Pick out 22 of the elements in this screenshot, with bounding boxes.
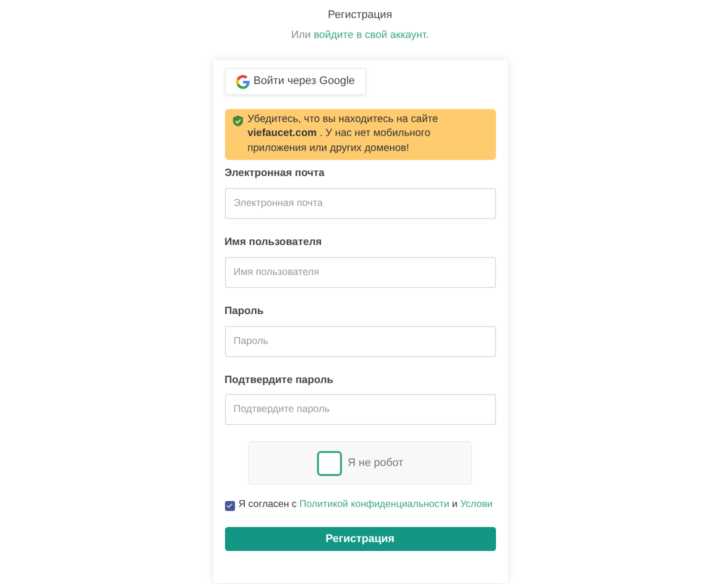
privacy-policy-link[interactable]: Политикой конфиденциальности bbox=[299, 499, 450, 510]
text-field[interactable]: Подтвердите пароль bbox=[224, 394, 496, 426]
google-signin-button[interactable]: Войти через Google bbox=[224, 68, 366, 95]
text-field[interactable]: Пароль bbox=[224, 326, 496, 357]
page-title: Регистрация bbox=[326, 8, 394, 23]
consent-text: Я согласен с Политикой конфиденциальности и Услови bbox=[238, 498, 493, 512]
text-field[interactable]: Имя пользователя bbox=[224, 256, 496, 288]
terms-link[interactable]: Услови bbox=[460, 499, 493, 510]
field-label: Электронная почта bbox=[224, 166, 326, 182]
login-prompt: Или войдите в свой аккаунт. bbox=[290, 28, 430, 42]
warning-text: Убедитесь, что вы находитесь на сайте viefaucet.com . У нас нет мобильного приложения или других доменов! bbox=[248, 112, 440, 156]
consent-checkbox[interactable] bbox=[224, 500, 234, 511]
login-link[interactable]: войдите в свой аккаунт. bbox=[314, 28, 429, 40]
field-label: Имя пользователя bbox=[224, 235, 323, 250]
captcha-checkbox[interactable] bbox=[316, 450, 342, 476]
shield-check-icon bbox=[232, 114, 244, 127]
captcha-label: Я не робот bbox=[348, 456, 404, 472]
register-button[interactable]: Регистрация bbox=[224, 527, 496, 552]
field-label: Подтвердите пароль bbox=[224, 372, 334, 388]
google-icon bbox=[236, 74, 250, 88]
text-field[interactable]: Электронная почта bbox=[224, 188, 496, 220]
field-label: Пароль bbox=[224, 304, 265, 319]
